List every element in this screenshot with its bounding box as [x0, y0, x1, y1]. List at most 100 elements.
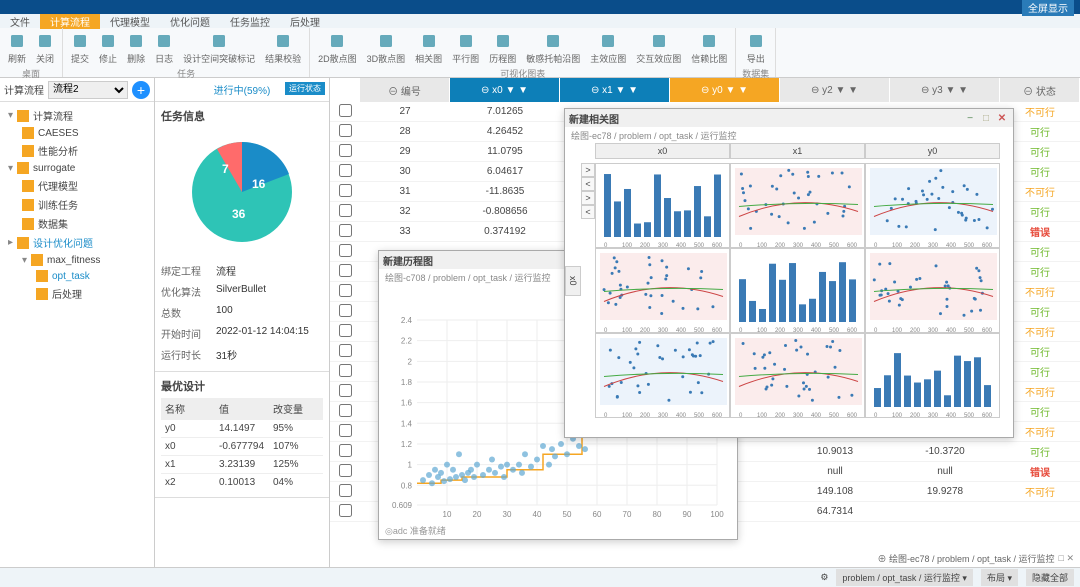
- row-checkbox[interactable]: [339, 104, 352, 117]
- scatter2d-icon[interactable]: 2D散点图: [316, 30, 359, 67]
- close-icon[interactable]: ✕: [995, 111, 1009, 125]
- menu-计算流程[interactable]: 计算流程: [40, 14, 100, 29]
- svg-text:60: 60: [593, 510, 602, 519]
- svg-text:1: 1: [408, 461, 413, 470]
- info-panel: 进行中(59%) 运行状态 任务信息 16 36 7 绑定工程流程优化算法Sil…: [155, 78, 330, 567]
- log-icon[interactable]: 日志: [153, 30, 175, 67]
- row-checkbox[interactable]: [339, 344, 352, 357]
- path-button[interactable]: problem / opt_task / 运行监控 ▾: [836, 569, 973, 586]
- col-chk[interactable]: [330, 78, 360, 102]
- delete-icon[interactable]: 删除: [125, 30, 147, 67]
- flow-tree: ▾计算流程CAESES性能分析▾surrogate代理模型训练任务数据集▸设计优…: [0, 102, 154, 567]
- row-checkbox[interactable]: [339, 124, 352, 137]
- corr-col-y0[interactable]: y0: [865, 143, 1000, 159]
- gear-icon[interactable]: ⚙: [820, 572, 828, 583]
- col-st[interactable]: ⊖ 状态: [1000, 78, 1080, 102]
- sort-button[interactable]: >: [581, 163, 595, 177]
- tree-node[interactable]: ▾surrogate: [2, 160, 152, 176]
- tree-node[interactable]: 代理模型: [2, 176, 152, 195]
- svg-text:80: 80: [653, 510, 662, 519]
- svg-text:1.2: 1.2: [401, 440, 413, 449]
- row-checkbox[interactable]: [339, 144, 352, 157]
- col-x1[interactable]: ⊖ x1 ▼ ▼: [560, 78, 670, 102]
- maineffect-icon[interactable]: 主效应图: [588, 30, 628, 67]
- svg-text:90: 90: [683, 510, 692, 519]
- info-row: 总数100: [161, 302, 323, 323]
- pin-icon[interactable]: □ ✕: [1059, 553, 1074, 564]
- tree-node[interactable]: ▾max_fitness: [2, 252, 152, 268]
- tree-node[interactable]: 数据集: [2, 214, 152, 233]
- col-y0[interactable]: ⊖ y0 ▼ ▼: [670, 78, 780, 102]
- tree-node[interactable]: ▸设计优化问题: [2, 233, 152, 252]
- progress-status: 进行中(59%) 运行状态: [155, 78, 329, 102]
- row-checkbox[interactable]: [339, 204, 352, 217]
- row-checkbox[interactable]: [339, 184, 352, 197]
- tree-node[interactable]: 后处理: [2, 284, 152, 303]
- play-icon[interactable]: 提交: [69, 30, 91, 67]
- col-x0[interactable]: ⊖ x0 ▼ ▼: [450, 78, 560, 102]
- row-checkbox[interactable]: [339, 164, 352, 177]
- svg-text:2.4: 2.4: [401, 316, 413, 325]
- row-checkbox[interactable]: [339, 424, 352, 437]
- minimize-icon[interactable]: −: [963, 111, 977, 125]
- menu-代理模型[interactable]: 代理模型: [100, 14, 160, 29]
- best-header: 名称值改变量: [161, 398, 323, 419]
- tree-node[interactable]: ▾计算流程: [2, 106, 152, 125]
- refresh-icon[interactable]: 刷新: [6, 30, 28, 67]
- row-checkbox[interactable]: [339, 384, 352, 397]
- stop-icon[interactable]: 修止: [97, 30, 119, 67]
- flow-select[interactable]: 流程2: [48, 81, 128, 99]
- row-checkbox[interactable]: [339, 304, 352, 317]
- tree-node[interactable]: CAESES: [2, 125, 152, 141]
- row-checkbox[interactable]: [339, 224, 352, 237]
- menu-文件[interactable]: 文件: [0, 14, 40, 29]
- svg-text:500: 500: [829, 413, 840, 419]
- export-icon[interactable]: 导出: [745, 30, 767, 67]
- corr-cell: 0100200300400500600: [595, 248, 730, 333]
- sort-button[interactable]: <: [581, 177, 595, 191]
- menu-任务监控[interactable]: 任务监控: [220, 14, 280, 29]
- corr-col-x1[interactable]: x1: [730, 143, 865, 159]
- correlation-dialog[interactable]: 新建相关图 −□✕ 绘图-ec78 / problem / opt_task /…: [564, 108, 1014, 438]
- row-checkbox[interactable]: [339, 504, 352, 517]
- history-icon[interactable]: 历程图: [487, 30, 518, 67]
- tree-node[interactable]: 性能分析: [2, 141, 152, 160]
- row-checkbox[interactable]: [339, 264, 352, 277]
- sort-button[interactable]: >: [581, 191, 595, 205]
- row-checkbox[interactable]: [339, 464, 352, 477]
- col-y2[interactable]: ⊖ y2 ▼ ▼: [780, 78, 890, 102]
- row-checkbox[interactable]: [339, 364, 352, 377]
- hideall-button[interactable]: 隐藏全部: [1026, 569, 1074, 586]
- fullscreen-button[interactable]: 全屏显示: [1022, 0, 1074, 16]
- check-icon[interactable]: 结果校验: [263, 30, 303, 67]
- corr-col-x0[interactable]: x0: [595, 143, 730, 159]
- tree-node[interactable]: opt_task: [2, 268, 152, 284]
- col-idx[interactable]: ⊖ 编号: [360, 78, 450, 102]
- close-icon[interactable]: 关闭: [34, 30, 56, 67]
- scatter3d-icon[interactable]: 3D散点图: [365, 30, 408, 67]
- interaction-icon[interactable]: 交互效应图: [634, 30, 683, 67]
- menu-后处理[interactable]: 后处理: [280, 14, 330, 29]
- row-checkbox[interactable]: [339, 484, 352, 497]
- taskinfo-title: 任务信息: [161, 108, 323, 124]
- tree-node[interactable]: 训练任务: [2, 195, 152, 214]
- layout-button[interactable]: 布局 ▾: [981, 569, 1018, 586]
- confidence-icon[interactable]: 信赖比图: [689, 30, 729, 67]
- add-flow-button[interactable]: +: [132, 81, 150, 99]
- row-checkbox[interactable]: [339, 404, 352, 417]
- row-checkbox[interactable]: [339, 444, 352, 457]
- menu-优化问题[interactable]: 优化问题: [160, 14, 220, 29]
- budget-icon[interactable]: 设计空间突破标记: [181, 30, 257, 67]
- row-checkbox[interactable]: [339, 324, 352, 337]
- parallel-icon[interactable]: 平行图: [450, 30, 481, 67]
- row-checkbox[interactable]: [339, 284, 352, 297]
- maximize-icon[interactable]: □: [979, 111, 993, 125]
- info-row: 绑定工程流程: [161, 260, 323, 281]
- sort-button[interactable]: <: [581, 205, 595, 219]
- svg-text:600: 600: [982, 413, 993, 419]
- svg-text:600: 600: [847, 413, 858, 419]
- correlation-icon[interactable]: 相关图: [413, 30, 444, 67]
- row-checkbox[interactable]: [339, 244, 352, 257]
- col-y3[interactable]: ⊖ y3 ▼ ▼: [890, 78, 1000, 102]
- pareto-icon[interactable]: 敏感托帕沿图: [524, 30, 582, 67]
